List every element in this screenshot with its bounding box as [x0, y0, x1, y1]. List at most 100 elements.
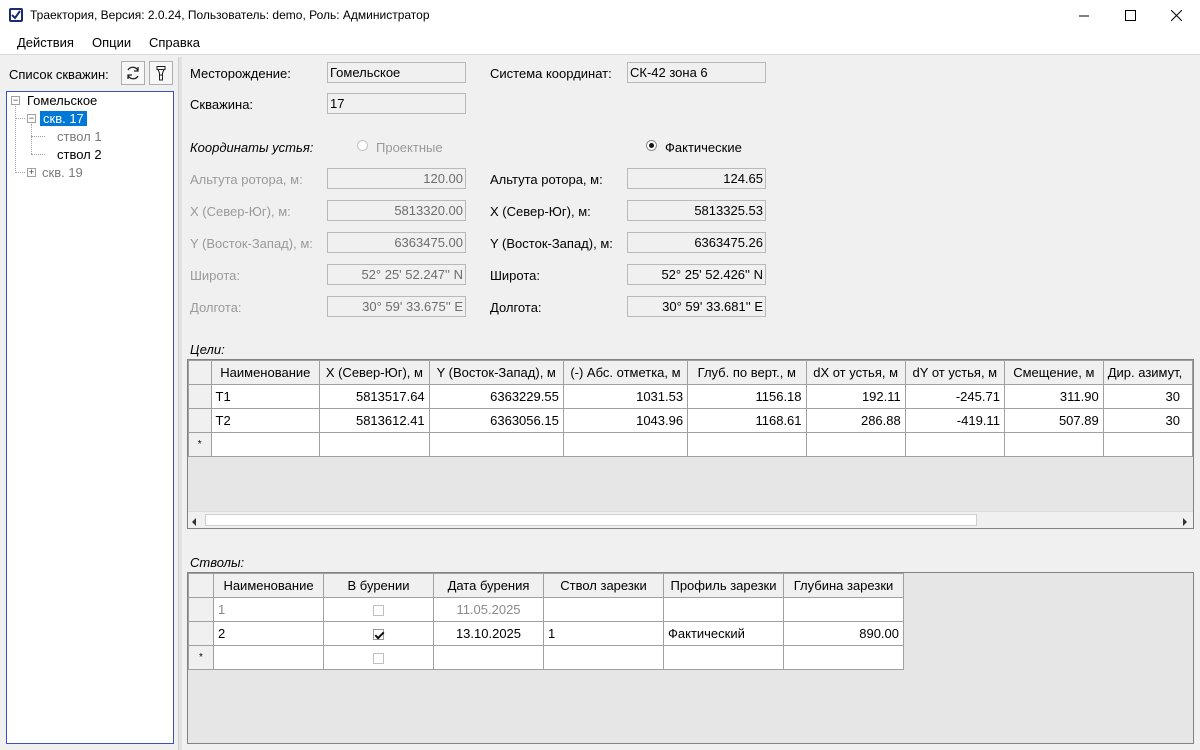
table-cell[interactable]: 30: [1102, 384, 1193, 409]
actual-radio[interactable]: [646, 140, 657, 151]
table-cell[interactable]: 1: [213, 597, 324, 622]
drilling-checkbox[interactable]: [373, 653, 384, 665]
table-cell[interactable]: [805, 432, 906, 457]
scroll-right-icon[interactable]: [1181, 515, 1189, 530]
table-row[interactable]: 2 13.10.2025 1 Фактический 890.00: [188, 621, 904, 646]
col-header[interactable]: Глуб. по верт., м: [687, 360, 807, 385]
actual-y-input[interactable]: 6363475.26: [627, 232, 766, 253]
splitter[interactable]: [178, 57, 182, 750]
actual-radio-label[interactable]: Фактические: [665, 140, 742, 155]
tree-bore-1[interactable]: ствол 1: [57, 129, 102, 144]
refresh-button[interactable]: [121, 61, 145, 85]
col-header[interactable]: Ствол зарезки: [543, 573, 664, 598]
design-lat-input[interactable]: 52° 25' 52.247'' N: [327, 264, 466, 285]
targets-hscroll[interactable]: [188, 511, 1193, 528]
col-header[interactable]: Профиль зарезки: [663, 573, 784, 598]
table-cell[interactable]: [562, 432, 689, 457]
menu-help[interactable]: Справка: [149, 35, 200, 50]
table-cell[interactable]: [323, 645, 434, 670]
col-header[interactable]: X (Север-Юг), м: [319, 360, 430, 385]
table-cell[interactable]: 2: [213, 621, 324, 646]
table-cell[interactable]: T2: [210, 408, 321, 433]
drilling-checkbox[interactable]: [373, 629, 384, 641]
col-header[interactable]: Наименование: [213, 573, 324, 598]
table-cell[interactable]: 1043.96: [562, 408, 689, 433]
design-radio-label[interactable]: Проектные: [376, 140, 443, 155]
table-row[interactable]: T1 5813517.64 6363229.55 1031.53 1156.18…: [188, 384, 1193, 409]
expand-well-icon[interactable]: +: [27, 168, 36, 177]
table-cell[interactable]: 286.88: [805, 408, 906, 433]
table-cell[interactable]: [687, 432, 807, 457]
table-cell[interactable]: Фактический: [663, 621, 784, 646]
design-lon-input[interactable]: 30° 59' 33.675'' E: [327, 296, 466, 317]
table-cell[interactable]: 1: [543, 621, 664, 646]
table-cell[interactable]: 5813612.41: [319, 408, 430, 433]
table-cell[interactable]: [783, 645, 904, 670]
col-header[interactable]: Дир. азимут,: [1102, 360, 1193, 385]
tree-bore-2[interactable]: ствол 2: [57, 147, 102, 162]
row-header[interactable]: [188, 408, 212, 433]
collapse-field-icon[interactable]: −: [11, 96, 20, 105]
tree-well-17[interactable]: скв. 17: [40, 111, 87, 126]
table-cell[interactable]: [323, 621, 434, 646]
table-cell[interactable]: -245.71: [904, 384, 1005, 409]
filter-button[interactable]: [149, 61, 173, 85]
collapse-well-icon[interactable]: −: [27, 114, 36, 123]
row-header[interactable]: [188, 384, 212, 409]
table-cell[interactable]: [904, 432, 1005, 457]
table-cell[interactable]: 13.10.2025: [433, 621, 544, 646]
table-cell[interactable]: [543, 645, 664, 670]
col-header[interactable]: Y (Восток-Запад), м: [428, 360, 564, 385]
col-header[interactable]: dY от устья, м: [904, 360, 1005, 385]
tree-well-19[interactable]: скв. 19: [42, 165, 83, 180]
actual-x-input[interactable]: 5813325.53: [627, 200, 766, 221]
new-row[interactable]: *: [188, 432, 1193, 457]
col-header[interactable]: (-) Абс. отметка, м: [562, 360, 689, 385]
table-cell[interactable]: [433, 645, 544, 670]
table-cell[interactable]: 6363229.55: [428, 384, 564, 409]
table-cell[interactable]: [1102, 432, 1193, 457]
table-cell[interactable]: 11.05.2025: [433, 597, 544, 622]
table-cell[interactable]: 192.11: [805, 384, 906, 409]
table-row[interactable]: 1 11.05.2025: [188, 597, 904, 622]
table-cell[interactable]: 890.00: [783, 621, 904, 646]
table-cell[interactable]: [210, 432, 321, 457]
tree-field[interactable]: Гомельское: [27, 93, 97, 108]
design-x-input[interactable]: 5813320.00: [327, 200, 466, 221]
close-icon[interactable]: [1153, 0, 1199, 31]
table-cell[interactable]: 30: [1102, 408, 1193, 433]
table-row[interactable]: T2 5813612.41 6363056.15 1043.96 1168.61…: [188, 408, 1193, 433]
col-header[interactable]: dX от устья, м: [805, 360, 906, 385]
actual-alt-input[interactable]: 124.65: [627, 168, 766, 189]
menu-actions[interactable]: Действия: [17, 35, 74, 50]
table-cell[interactable]: T1: [210, 384, 321, 409]
col-header[interactable]: Дата бурения: [433, 573, 544, 598]
row-header[interactable]: [188, 621, 214, 646]
minimize-icon[interactable]: [1061, 0, 1107, 31]
table-cell[interactable]: [1003, 432, 1104, 457]
table-cell[interactable]: [428, 432, 564, 457]
table-cell[interactable]: 311.90: [1003, 384, 1104, 409]
table-cell[interactable]: [663, 597, 784, 622]
design-radio[interactable]: [357, 140, 368, 151]
table-cell[interactable]: 1168.61: [687, 408, 807, 433]
design-y-input[interactable]: 6363475.00: [327, 232, 466, 253]
drilling-checkbox[interactable]: [373, 605, 384, 617]
table-cell[interactable]: 1156.18: [687, 384, 807, 409]
design-alt-input[interactable]: 120.00: [327, 168, 466, 189]
menu-options[interactable]: Опции: [92, 35, 131, 50]
row-header[interactable]: [188, 597, 214, 622]
col-header[interactable]: Глубина зарезки: [783, 573, 904, 598]
field-input[interactable]: Гомельское: [327, 62, 466, 83]
actual-lon-input[interactable]: 30° 59' 33.681'' E: [627, 296, 766, 317]
col-header[interactable]: Смещение, м: [1003, 360, 1104, 385]
well-input[interactable]: 17: [327, 93, 466, 114]
col-header[interactable]: Наименование: [210, 360, 321, 385]
scroll-left-icon[interactable]: [190, 515, 198, 530]
table-cell[interactable]: -419.11: [904, 408, 1005, 433]
table-cell[interactable]: [319, 432, 430, 457]
col-header[interactable]: В бурении: [323, 573, 434, 598]
table-cell[interactable]: [213, 645, 324, 670]
new-row[interactable]: *: [188, 645, 904, 670]
table-cell[interactable]: [323, 597, 434, 622]
